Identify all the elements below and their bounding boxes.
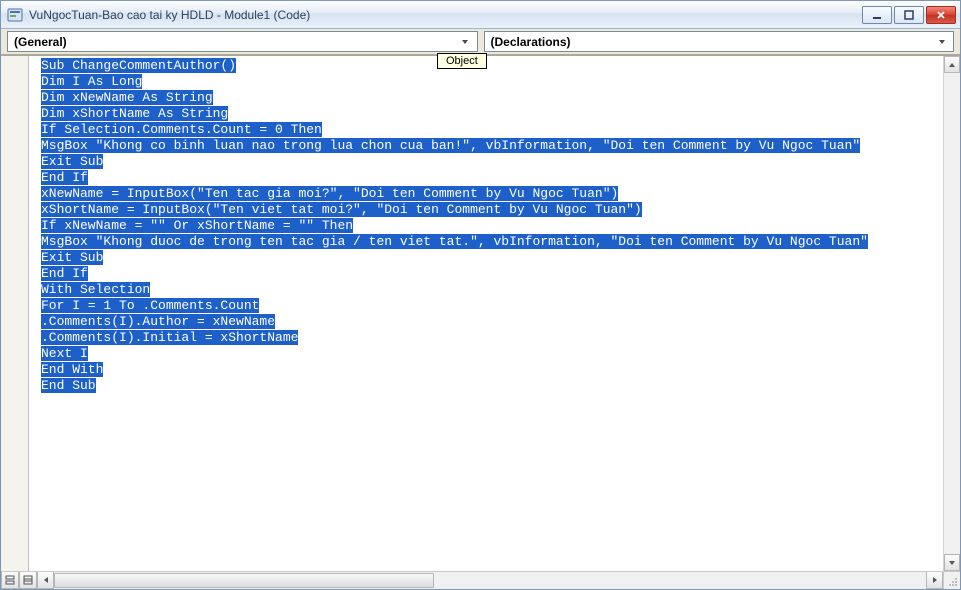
- procedure-dropdown[interactable]: (Declarations): [484, 31, 955, 52]
- code-line[interactable]: .Comments(I).Author = xNewName: [41, 314, 943, 330]
- code-line[interactable]: End With: [41, 362, 943, 378]
- window-controls: [862, 6, 956, 24]
- chevron-down-icon: [934, 33, 949, 50]
- code-line[interactable]: Dim I As Long: [41, 74, 943, 90]
- code-pane[interactable]: Sub ChangeCommentAuthor()Dim I As LongDi…: [29, 56, 943, 571]
- scroll-track[interactable]: [54, 572, 926, 589]
- code-line[interactable]: For I = 1 To .Comments.Count: [41, 298, 943, 314]
- code-line[interactable]: If Selection.Comments.Count = 0 Then: [41, 122, 943, 138]
- code-line[interactable]: MsgBox "Khong co binh luan nao trong lua…: [41, 138, 943, 154]
- procedure-dropdown-value: (Declarations): [491, 35, 935, 49]
- code-line[interactable]: MsgBox "Khong duoc de trong ten tac gia …: [41, 234, 943, 250]
- scroll-left-button[interactable]: [37, 572, 54, 589]
- tooltip: Object: [437, 53, 487, 69]
- maximize-button[interactable]: [894, 6, 924, 24]
- bottom-bar: [1, 571, 960, 589]
- code-editor-frame: Sub ChangeCommentAuthor()Dim I As LongDi…: [1, 55, 960, 571]
- app-icon: [7, 7, 23, 23]
- resize-grip-icon[interactable]: [943, 572, 960, 589]
- code-line[interactable]: With Selection: [41, 282, 943, 298]
- close-button[interactable]: [926, 6, 956, 24]
- code-content[interactable]: Sub ChangeCommentAuthor()Dim I As LongDi…: [29, 58, 943, 394]
- code-line[interactable]: .Comments(I).Initial = xShortName: [41, 330, 943, 346]
- code-line[interactable]: End If: [41, 266, 943, 282]
- minimize-button[interactable]: [862, 6, 892, 24]
- code-line[interactable]: Dim xNewName As String: [41, 90, 943, 106]
- object-dropdown[interactable]: (General): [7, 31, 478, 52]
- object-dropdown-value: (General): [14, 35, 458, 49]
- scroll-thumb[interactable]: [54, 573, 434, 588]
- code-line[interactable]: End Sub: [41, 378, 943, 394]
- code-line[interactable]: Dim xShortName As String: [41, 106, 943, 122]
- code-line[interactable]: Exit Sub: [41, 154, 943, 170]
- scroll-right-button[interactable]: [926, 572, 943, 589]
- title-bar: VuNgocTuan-Bao cao tai ky HDLD - Module1…: [1, 1, 960, 29]
- horizontal-scrollbar[interactable]: [37, 572, 943, 589]
- code-line[interactable]: End If: [41, 170, 943, 186]
- scroll-down-button[interactable]: [944, 554, 960, 571]
- code-line[interactable]: Sub ChangeCommentAuthor(): [41, 58, 943, 74]
- vertical-scrollbar[interactable]: [943, 56, 960, 571]
- code-line[interactable]: Exit Sub: [41, 250, 943, 266]
- code-line[interactable]: Next I: [41, 346, 943, 362]
- chevron-down-icon: [458, 33, 473, 50]
- code-line[interactable]: If xNewName = "" Or xShortName = "" Then: [41, 218, 943, 234]
- code-line[interactable]: xShortName = InputBox("Ten viet tat moi?…: [41, 202, 943, 218]
- object-procedure-bar: (General) (Declarations) Object: [1, 29, 960, 55]
- code-line[interactable]: xNewName = InputBox("Ten tac gia moi?", …: [41, 186, 943, 202]
- scroll-up-button[interactable]: [944, 56, 960, 73]
- procedure-view-button[interactable]: [1, 572, 19, 589]
- full-module-view-button[interactable]: [19, 572, 37, 589]
- scroll-track[interactable]: [944, 73, 960, 554]
- window-title: VuNgocTuan-Bao cao tai ky HDLD - Module1…: [29, 8, 862, 22]
- margin-indicator-bar[interactable]: [1, 56, 29, 571]
